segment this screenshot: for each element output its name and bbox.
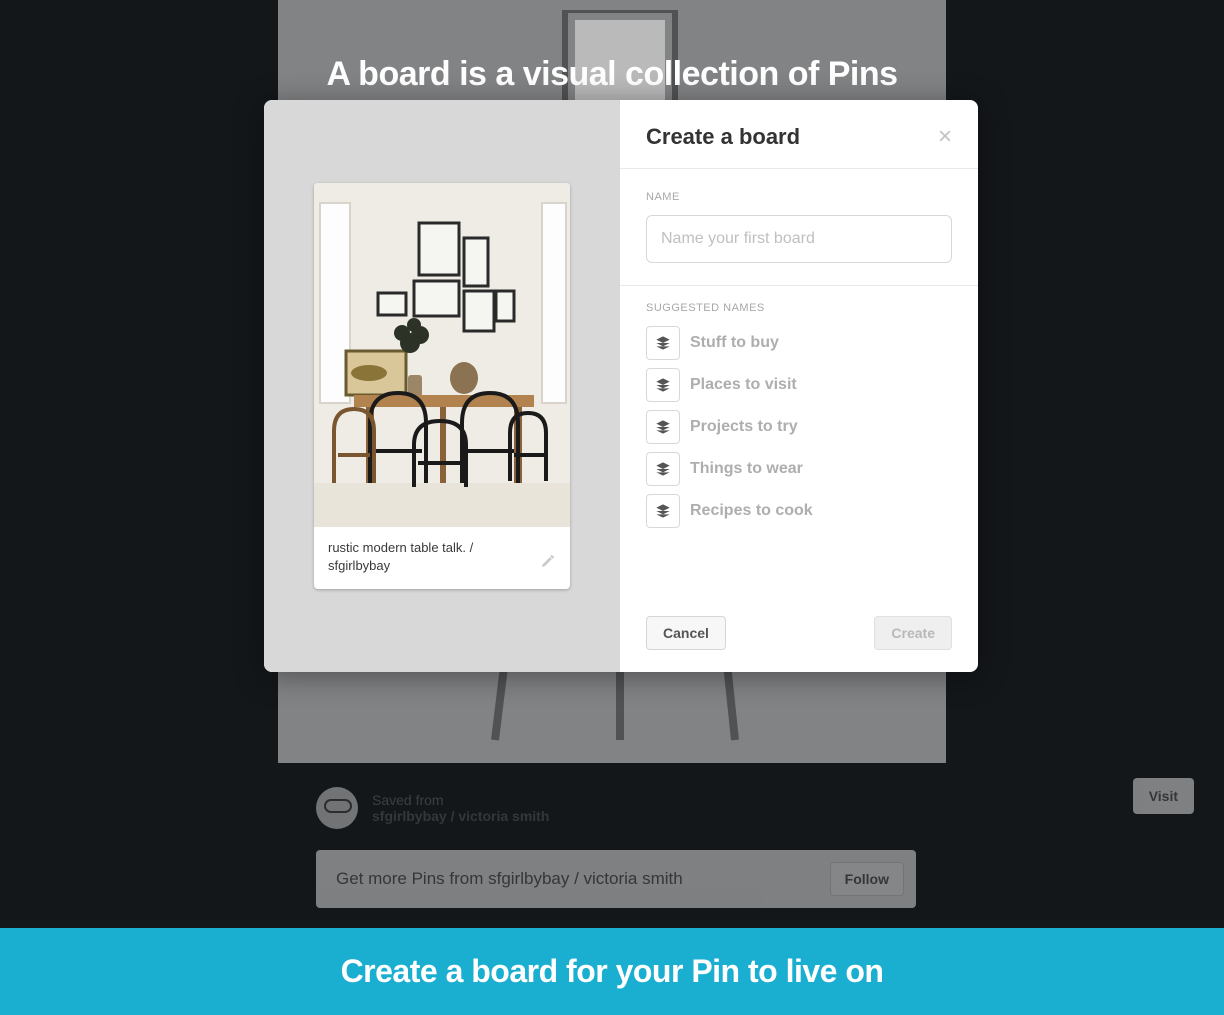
board-name-input[interactable] [646, 215, 952, 263]
saved-from-label: Saved from [372, 792, 549, 808]
suggested-name-item[interactable]: Projects to try [646, 410, 952, 444]
suggested-names-list: Stuff to buy Places to visit Projects to… [646, 326, 952, 528]
suggested-names-label: SUGGESTED NAMES [646, 302, 952, 314]
pin-source: sfgirlbybay / victoria smith [372, 808, 549, 824]
board-stack-icon [646, 326, 680, 360]
create-board-modal: rustic modern table talk. / sfgirlbybay … [264, 100, 978, 672]
pencil-icon[interactable] [540, 553, 556, 569]
modal-header: Create a board × [620, 100, 978, 169]
board-stack-icon [646, 368, 680, 402]
follow-bar: Get more Pins from sfgirlbybay / victori… [316, 850, 916, 908]
follow-button[interactable]: Follow [830, 862, 904, 896]
footer-banner: Create a board for your Pin to live on [0, 928, 1224, 1015]
suggested-name-item[interactable]: Recipes to cook [646, 494, 952, 528]
modal-footer: Cancel Create [620, 598, 978, 672]
suggested-name-label: Recipes to cook [690, 502, 813, 520]
avatar [316, 787, 358, 829]
visit-button[interactable]: Visit [1133, 778, 1194, 814]
suggested-name-label: Projects to try [690, 418, 798, 436]
cancel-button[interactable]: Cancel [646, 616, 726, 650]
suggested-name-item[interactable]: Places to visit [646, 368, 952, 402]
suggested-section: SUGGESTED NAMES Stuff to buy Places to v… [620, 285, 978, 528]
suggested-name-label: Places to visit [690, 376, 797, 394]
pin-card: rustic modern table talk. / sfgirlbybay [314, 183, 570, 588]
get-more-text: Get more Pins from sfgirlbybay / victori… [336, 869, 683, 889]
board-stack-icon [646, 410, 680, 444]
pin-image [314, 183, 570, 527]
modal-preview-panel: rustic modern table talk. / sfgirlbybay [264, 100, 620, 672]
pin-caption-text: rustic modern table talk. / sfgirlbybay [328, 539, 540, 574]
board-stack-icon [646, 494, 680, 528]
suggested-name-label: Things to wear [690, 460, 803, 478]
saved-from-text: Saved from sfgirlbybay / victoria smith [372, 792, 549, 824]
suggested-name-label: Stuff to buy [690, 334, 779, 352]
name-field-label: NAME [646, 191, 952, 203]
overlay-title: A board is a visual collection of Pins [0, 55, 1224, 94]
pin-caption: rustic modern table talk. / sfgirlbybay [314, 527, 570, 588]
close-icon[interactable]: × [938, 125, 952, 149]
background-pin-meta: Saved from sfgirlbybay / victoria smith [316, 778, 916, 838]
modal-title: Create a board [646, 124, 800, 150]
modal-body: NAME SUGGESTED NAMES Stuff to buy [620, 169, 978, 528]
modal-form-panel: Create a board × NAME SUGGESTED NAMES St… [620, 100, 978, 672]
suggested-name-item[interactable]: Things to wear [646, 452, 952, 486]
create-button[interactable]: Create [874, 616, 952, 650]
board-stack-icon [646, 452, 680, 486]
suggested-name-item[interactable]: Stuff to buy [646, 326, 952, 360]
